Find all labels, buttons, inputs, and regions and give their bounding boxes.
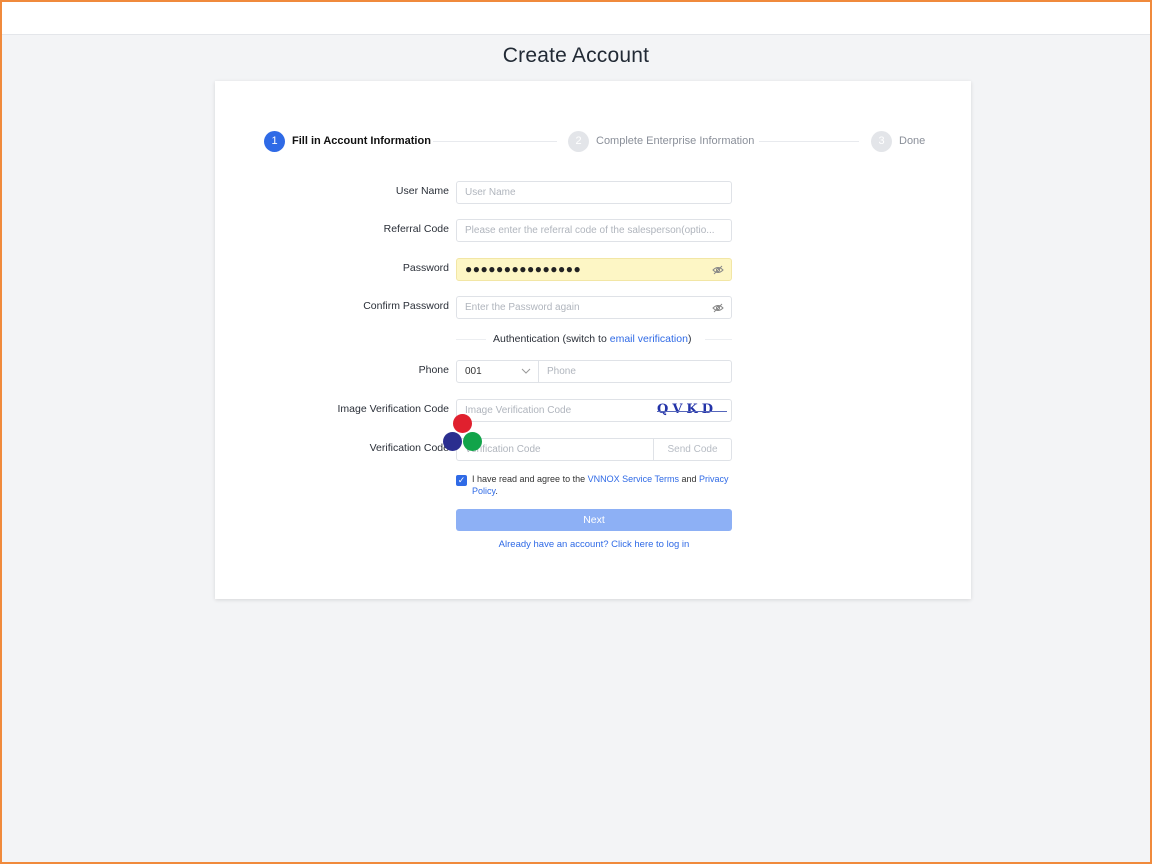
phone-row: Phone 001 Phone <box>215 360 971 384</box>
image-code-input[interactable]: Image Verification Code QVKD <box>456 399 732 422</box>
terms-prefix: I have read and agree to the <box>472 474 588 484</box>
username-placeholder: User Name <box>465 187 516 198</box>
send-code-button[interactable]: Send Code <box>653 439 731 460</box>
password-label: Password <box>402 262 449 274</box>
green-dot-marker <box>463 432 482 451</box>
step-3: 3 Done <box>871 130 925 152</box>
step-2-label: Complete Enterprise Information <box>596 135 755 147</box>
login-link[interactable]: Already have an account? Click here to l… <box>456 539 732 550</box>
confirm-password-input[interactable]: Enter the Password again <box>456 296 732 319</box>
auth-switch-text: Authentication (switch to email verifica… <box>493 333 691 345</box>
verify-code-label: Verification Code <box>369 442 449 454</box>
divider <box>705 339 732 340</box>
eye-hidden-icon[interactable] <box>712 263 724 277</box>
password-value: ●●●●●●●●●●●●●●● <box>465 262 582 276</box>
step-2-number: 2 <box>568 130 589 152</box>
step-1: 1 Fill in Account Information <box>264 130 431 152</box>
captcha-text: QVKD <box>657 402 717 417</box>
referral-row: Referral Code Please enter the referral … <box>215 219 971 243</box>
password-input[interactable]: ●●●●●●●●●●●●●●● <box>456 258 732 281</box>
step-2: 2 Complete Enterprise Information <box>568 130 754 152</box>
image-code-label: Image Verification Code <box>337 403 449 415</box>
phone-label: Phone <box>418 364 449 376</box>
auth-suffix: ) <box>687 333 692 345</box>
divider <box>456 339 486 340</box>
next-button[interactable]: Next <box>456 509 732 531</box>
red-dot-marker <box>453 414 472 433</box>
confirm-password-placeholder: Enter the Password again <box>465 302 580 313</box>
username-label: User Name <box>395 185 449 197</box>
auth-prefix: Authentication (switch to <box>493 333 610 345</box>
step-connector <box>759 141 859 142</box>
signup-card: 1 Fill in Account Information 2 Complete… <box>215 81 971 599</box>
email-verification-link[interactable]: email verification <box>610 333 688 345</box>
captcha-noise-line <box>657 411 727 412</box>
step-connector <box>433 141 557 142</box>
referral-placeholder: Please enter the referral code of the sa… <box>465 225 715 236</box>
confirm-password-label: Confirm Password <box>363 300 449 312</box>
verify-code-input[interactable]: Verification Code Send Code <box>456 438 732 461</box>
top-bar <box>2 2 1150 35</box>
terms-text: I have read and agree to the VNNOX Servi… <box>456 473 736 497</box>
terms-agreement: ✓ I have read and agree to the VNNOX Ser… <box>456 473 736 497</box>
phone-input[interactable]: Phone <box>547 366 576 377</box>
navy-dot-marker <box>443 432 462 451</box>
terms-checkbox[interactable]: ✓ <box>456 475 467 486</box>
phone-field: 001 Phone <box>456 360 732 383</box>
step-1-label: Fill in Account Information <box>292 135 431 147</box>
step-3-label: Done <box>899 135 926 147</box>
username-row: User Name User Name <box>215 181 971 205</box>
username-input[interactable]: User Name <box>456 181 732 204</box>
referral-input[interactable]: Please enter the referral code of the sa… <box>456 219 732 242</box>
country-code-select[interactable]: 001 <box>457 361 539 382</box>
image-code-placeholder: Image Verification Code <box>465 405 572 416</box>
image-code-row: Image Verification Code Image Verificati… <box>215 399 971 423</box>
service-terms-link[interactable]: VNNOX Service Terms <box>588 474 679 484</box>
step-1-number: 1 <box>264 130 285 152</box>
chevron-down-icon <box>521 368 531 374</box>
eye-hidden-icon[interactable] <box>712 301 724 315</box>
captcha-image[interactable]: QVKD <box>657 402 727 420</box>
terms-and: and <box>678 474 699 484</box>
verify-code-row: Verification Code Verification Code Send… <box>215 438 971 462</box>
terms-suffix: . <box>495 486 498 496</box>
confirm-password-row: Confirm Password Enter the Password agai… <box>215 296 971 320</box>
step-3-number: 3 <box>871 130 892 152</box>
password-row: Password ●●●●●●●●●●●●●●● <box>215 258 971 282</box>
referral-label: Referral Code <box>383 223 449 235</box>
page-title: Create Account <box>502 44 650 67</box>
country-code-value: 001 <box>465 366 482 377</box>
